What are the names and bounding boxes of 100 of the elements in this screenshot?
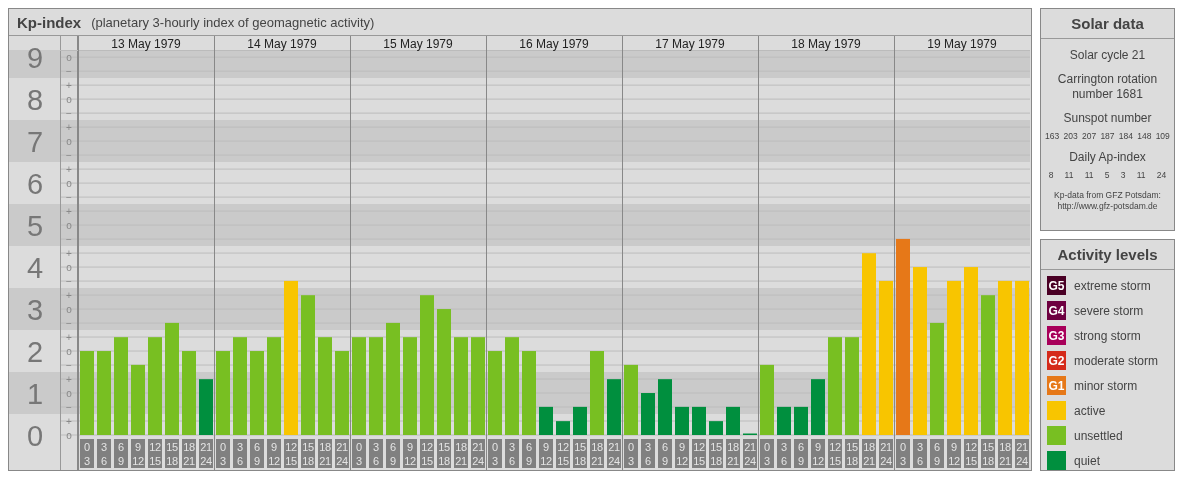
kp-bar [726, 406, 740, 435]
time-slot-label: 0 3 [488, 439, 502, 468]
source-note: Kp-data from GFZ Potsdam: [1054, 190, 1161, 200]
time-slot-label: 15 18 [437, 439, 451, 468]
time-slot-label: 0 3 [352, 439, 366, 468]
time-slot-label: 0 3 [80, 439, 94, 468]
ap-value: 3 [1120, 170, 1126, 180]
y-axis-label: 9 [26, 42, 44, 75]
time-slot-label: 9 12 [675, 439, 689, 468]
y-axis-label: 8 [26, 84, 44, 117]
level-label: severe storm [1074, 303, 1144, 318]
time-slot-label: 3 6 [369, 439, 383, 468]
time-slot-label: 21 24 [607, 439, 621, 468]
scale-mark: + [66, 121, 72, 133]
panel-title: Solar data [1041, 9, 1174, 39]
time-slot-label: 3 6 [505, 439, 519, 468]
scale-mark: − [66, 359, 72, 371]
time-slot-label: 12 15 [828, 439, 842, 468]
time-slot-label: 6 9 [250, 439, 264, 468]
kp-bar [675, 406, 689, 435]
time-slot-label: 18 21 [726, 439, 740, 468]
time-slot-label: 21 24 [743, 439, 757, 468]
kp-bar [658, 379, 672, 435]
kp-bar [777, 406, 791, 435]
time-slot-label: 18 21 [998, 439, 1012, 468]
kp-bar [692, 406, 706, 435]
time-slot-label: 12 15 [692, 439, 706, 468]
section-label: Daily Ap-index [1069, 150, 1146, 165]
scale-mark: o [66, 93, 72, 105]
y-axis-label: 2 [26, 336, 44, 369]
kp-bar [811, 379, 825, 435]
time-slot-label: 21 24 [199, 439, 213, 468]
date-label: 18 May 1979 [791, 36, 861, 51]
time-slot-label: 21 24 [335, 439, 349, 468]
ap-value: 5 [1104, 170, 1110, 180]
scale-mark: o [66, 303, 72, 315]
sunspot-value: 207 [1081, 131, 1097, 141]
time-slot-label: 15 18 [709, 439, 723, 468]
time-slot-label: 15 18 [981, 439, 995, 468]
scale-mark: − [66, 65, 72, 77]
time-slot-label: 18 21 [454, 439, 468, 468]
kp-bar [760, 364, 774, 435]
time-slot-label: 21 24 [1015, 439, 1029, 468]
level-swatch: G4 [1047, 301, 1066, 320]
time-slot-label: 18 21 [862, 439, 876, 468]
time-slot-label: 6 9 [794, 439, 808, 468]
time-slot-label: 9 12 [539, 439, 553, 468]
time-slot-label: 0 3 [896, 439, 910, 468]
scale-mark: o [66, 177, 72, 189]
scale-mark: + [66, 163, 72, 175]
panel-title: Activity levels [1041, 240, 1174, 270]
time-slot-label: 15 18 [845, 439, 859, 468]
scale-mark: − [66, 317, 72, 329]
level-label: moderate storm [1074, 353, 1159, 368]
time-slot-label: 0 3 [760, 439, 774, 468]
y-axis-label: 7 [26, 126, 44, 159]
y-axis-label: 0 [26, 420, 44, 452]
time-slot-label: 0 3 [216, 439, 230, 468]
scale-mark: − [66, 233, 72, 245]
section-label: Sunspot number [1063, 111, 1152, 126]
ap-value: 24 [1156, 170, 1167, 180]
level-label: unsettled [1074, 428, 1123, 443]
sunspot-value: 109 [1155, 131, 1170, 141]
kp-bar [131, 364, 145, 435]
scale-mark: o [66, 345, 72, 357]
level-label: strong storm [1074, 328, 1141, 343]
kp-bar [607, 379, 621, 435]
time-slot-label: 6 9 [114, 439, 128, 468]
time-slot-label: 3 6 [777, 439, 791, 468]
scale-mark: + [66, 205, 72, 217]
time-slot-label: 9 12 [811, 439, 825, 468]
kp-bar [556, 421, 570, 435]
time-slot-label: 12 15 [420, 439, 434, 468]
kp-bar [709, 421, 723, 435]
ap-value: 11 [1084, 170, 1094, 180]
source-link[interactable]: http://www.gfz-potsdam.de [1057, 201, 1158, 211]
time-slot-label: 15 18 [301, 439, 315, 468]
level-label: minor storm [1074, 378, 1138, 393]
scale-mark: − [66, 149, 72, 161]
time-slot-label: 3 6 [913, 439, 927, 468]
scale-mark: o [66, 387, 72, 399]
time-slot-label: 3 6 [641, 439, 655, 468]
time-slot-label: 15 18 [165, 439, 179, 468]
scale-mark: + [66, 415, 72, 427]
level-label: active [1074, 403, 1106, 418]
date-label: 16 May 1979 [519, 36, 589, 51]
kp-bar [794, 406, 808, 435]
scale-mark: − [66, 107, 72, 119]
kp-bar [199, 379, 213, 435]
kp-bar [641, 393, 655, 435]
scale-mark: o [66, 261, 72, 273]
y-axis-label: 6 [26, 168, 44, 201]
scale-mark: o [66, 51, 72, 63]
y-axis-label: 4 [26, 252, 44, 285]
level-label: quiet [1074, 453, 1101, 468]
level-swatch: G2 [1047, 351, 1066, 370]
panel-subtitle: (planetary 3-hourly index of geomagnetic activity) [91, 14, 375, 30]
sunspot-value: 203 [1063, 131, 1078, 141]
date-label: 15 May 1979 [383, 36, 453, 51]
scale-mark: + [66, 247, 72, 259]
